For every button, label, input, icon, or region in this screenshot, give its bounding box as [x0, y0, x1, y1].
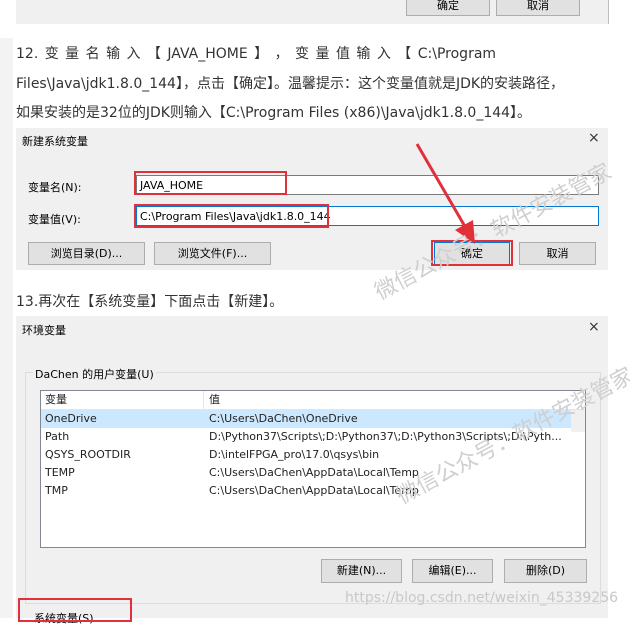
row-variable: TMP	[45, 484, 68, 497]
row-variable: Path	[45, 430, 70, 443]
new-button[interactable]: 新建(N)...	[321, 559, 402, 583]
browse-directory-button[interactable]: 浏览目录(D)...	[28, 242, 145, 265]
column-header-variable[interactable]: 变量	[45, 391, 67, 409]
step12-line1: 12. 变 量 名 输 入 【 JAVA_HOME 】 ， 变 量 值 输 入 …	[16, 46, 497, 62]
row-value: C:\Users\DaChen\OneDrive	[209, 412, 358, 425]
list-header: 变量 值	[41, 391, 585, 410]
row-value: D:\intelFPGA_pro\17.0\qsys\bin	[209, 448, 380, 461]
dialog-title: 新建系统变量	[22, 135, 88, 148]
browse-file-button[interactable]: 浏览文件(F)...	[154, 242, 271, 265]
row-variable: OneDrive	[45, 412, 97, 425]
left-gutter	[0, 38, 13, 618]
highlight-name	[134, 171, 287, 195]
env-close-icon[interactable]: ×	[588, 319, 600, 335]
highlight-value	[134, 204, 329, 228]
user-variables-label: DaChen 的用户变量(U)	[33, 366, 156, 382]
row-value: C:\Users\DaChen\AppData\Local\Temp	[209, 484, 419, 497]
edit-button[interactable]: 编辑(E)...	[412, 559, 493, 583]
variable-value-label: 变量值(V):	[28, 213, 81, 226]
environment-dialog: 环境变量 × DaChen 的用户变量(U) 变量 值 OneDrive C:\…	[16, 316, 608, 625]
env-dialog-title: 环境变量	[22, 324, 66, 337]
table-row[interactable]: OneDrive C:\Users\DaChen\OneDrive	[41, 410, 571, 428]
top-cancel-button[interactable]: 取消	[496, 0, 580, 16]
user-variables-list[interactable]: 变量 值 OneDrive C:\Users\DaChen\OneDrive P…	[40, 390, 586, 548]
table-row[interactable]: TMP C:\Users\DaChen\AppData\Local\Temp	[41, 482, 585, 500]
step12-line2: Files\Java\jdk1.8.0_144】，点击【确定】。温馨提示：这个变…	[16, 76, 565, 92]
table-row[interactable]: TEMP C:\Users\DaChen\AppData\Local\Temp	[41, 464, 585, 482]
cancel-button[interactable]: 取消	[519, 242, 596, 265]
top-ok-button[interactable]: 确定	[406, 0, 490, 16]
row-value: C:\Users\DaChen\AppData\Local\Temp	[209, 466, 419, 479]
step13-text: 13.再次在【系统变量】下面点击【新建】。	[16, 294, 284, 310]
variable-name-label: 变量名(N):	[28, 181, 82, 194]
row-variable: TEMP	[45, 466, 75, 479]
url-watermark: https://blog.csdn.net/weixin_45339256	[345, 590, 619, 606]
step12-line3: 如果安装的是32位的JDK则输入【C:\Program Files (x86)\…	[16, 105, 532, 121]
highlight-system-variables	[18, 598, 132, 622]
delete-button[interactable]: 删除(D)	[504, 559, 587, 583]
close-icon[interactable]: ×	[588, 130, 600, 146]
row-variable: QSYS_ROOTDIR	[45, 448, 131, 461]
column-header-value[interactable]: 值	[209, 391, 220, 409]
